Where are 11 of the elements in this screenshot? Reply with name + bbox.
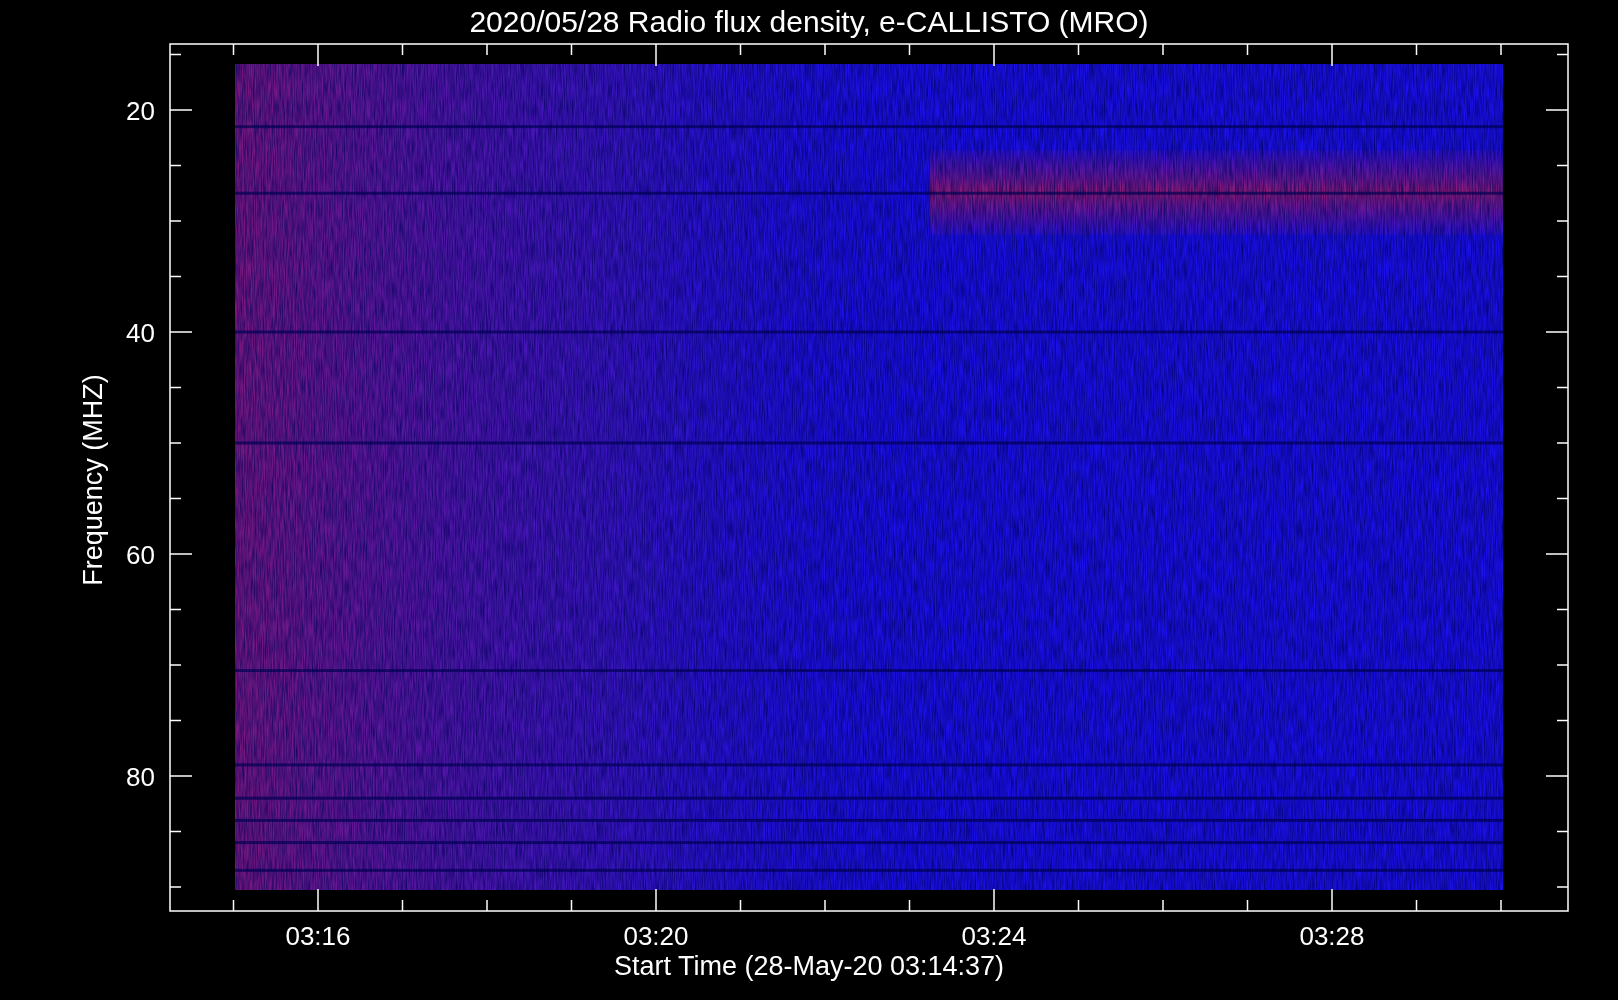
x-tick-label: 03:16 (285, 921, 351, 951)
x-tick-label: 03:28 (1299, 921, 1365, 951)
y-tick-label: 60 (126, 540, 155, 570)
x-axis-label: Start Time (28-May-20 03:14:37) (613, 951, 1005, 981)
chart-title: 2020/05/28 Radio flux density, e-CALLISTO (MRO) (469, 5, 1149, 38)
x-tick-label: 03:24 (961, 921, 1027, 951)
y-axis-label: Frequency (MHZ) (78, 374, 108, 586)
y-tick-label: 80 (126, 762, 155, 792)
y-tick-label: 20 (126, 96, 155, 126)
y-tick-label: 40 (126, 318, 155, 348)
x-tick-label: 03:20 (623, 921, 689, 951)
